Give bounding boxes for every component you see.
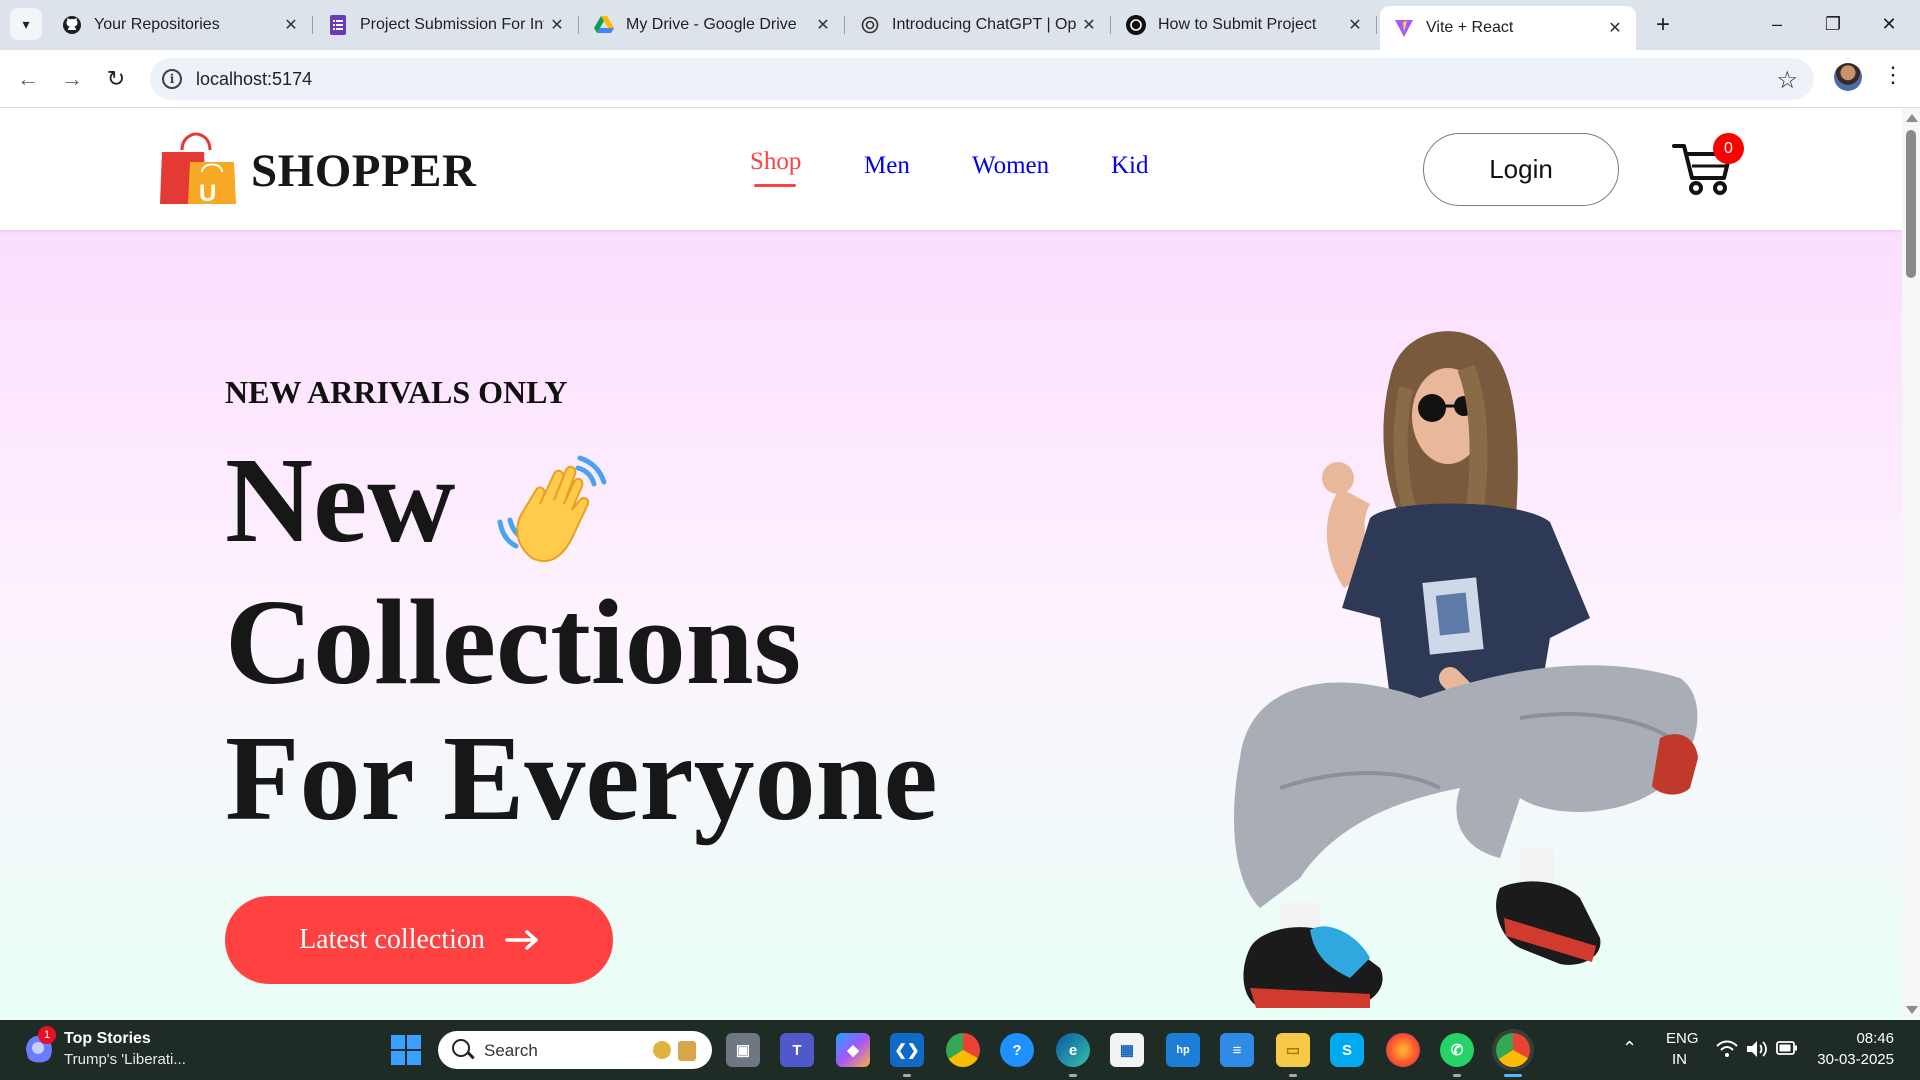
close-icon[interactable]: ✕ (810, 12, 836, 38)
close-icon[interactable]: ✕ (278, 12, 304, 38)
google-drive-icon (594, 15, 614, 35)
scroll-down-arrow-icon[interactable] (1906, 1006, 1918, 1014)
clock-time[interactable]: 08:46 (1824, 1030, 1894, 1047)
tab-title: Project Submission For Intern (360, 16, 544, 33)
page-scrollbar[interactable] (1902, 108, 1920, 1020)
tab-vite-react[interactable]: Vite + React ✕ (1380, 6, 1636, 50)
hero-model-image (1234, 331, 1698, 1008)
url-text[interactable]: localhost:5174 (196, 69, 312, 90)
news-subtitle[interactable]: Trump's 'Liberati... (64, 1051, 186, 1068)
windows-start-icon[interactable] (391, 1035, 421, 1065)
taskbar-search-label: Search (484, 1041, 538, 1060)
hero-title-line3: For Everyone (225, 711, 938, 846)
logo-letter: U (199, 180, 217, 207)
bookmark-star-icon[interactable]: ☆ (1776, 66, 1798, 95)
tab-search-dropdown[interactable]: ▾ (10, 8, 42, 40)
myhp-icon[interactable]: hp (1166, 1033, 1200, 1067)
latest-collection-button[interactable]: Latest collection (225, 896, 613, 984)
news-title[interactable]: Top Stories (64, 1030, 151, 1048)
teams-icon[interactable]: T (780, 1033, 814, 1067)
tab-title: How to Submit Project (1158, 16, 1317, 33)
firefox-icon[interactable] (1386, 1033, 1420, 1067)
tab-title: Vite + React (1426, 19, 1514, 36)
search-icon (452, 1039, 470, 1057)
chrome-icon[interactable] (946, 1033, 980, 1067)
whatsapp-icon[interactable]: ✆ (1440, 1033, 1474, 1067)
openai-icon (860, 15, 880, 35)
forward-button[interactable]: → (56, 63, 88, 95)
nav-active-indicator (754, 184, 796, 187)
cart-count-badge: 0 (1713, 133, 1744, 164)
close-icon[interactable]: ✕ (544, 12, 570, 38)
taskbar-search[interactable]: Search (438, 1031, 712, 1069)
shopping-bag-logo-icon[interactable] (160, 132, 236, 206)
scroll-thumb[interactable] (1906, 130, 1916, 278)
vscode-icon[interactable]: ❮❯ (890, 1033, 924, 1067)
browser-menu-icon[interactable]: ⋮ (1882, 62, 1904, 88)
address-bar[interactable]: i localhost:5174 ☆ (150, 58, 1814, 100)
profile-avatar[interactable] (1834, 63, 1862, 91)
google-forms-icon (328, 15, 348, 35)
login-button[interactable]: Login (1423, 133, 1619, 206)
copilot-icon[interactable]: ◆ (836, 1033, 870, 1067)
edge-icon[interactable]: e (1056, 1033, 1090, 1067)
close-icon[interactable]: ✕ (1076, 12, 1102, 38)
nav-women[interactable]: Women (972, 152, 1049, 180)
restore-button[interactable]: ❐ (1808, 6, 1858, 42)
battery-icon[interactable] (1776, 1041, 1798, 1055)
page-viewport: U SHOPPER Shop Men Women Kid Login 0 NEW… (0, 108, 1902, 1020)
close-icon[interactable]: ✕ (1602, 15, 1628, 41)
brand-name[interactable]: SHOPPER (251, 144, 476, 198)
task-view-icon[interactable]: ▣ (726, 1033, 760, 1067)
tab-your-repositories[interactable]: Your Repositories ✕ (48, 6, 313, 44)
nav-shop[interactable]: Shop (750, 148, 801, 176)
hero-title-line2: Collections (225, 575, 802, 710)
chatgpt-icon (1126, 15, 1146, 35)
tab-title: Your Repositories (94, 16, 220, 33)
scroll-up-arrow-icon[interactable] (1906, 114, 1918, 122)
tab-introducing-chatgpt[interactable]: Introducing ChatGPT | OpenAI ✕ (846, 6, 1111, 44)
chrome-active-icon[interactable] (1496, 1033, 1530, 1067)
browser-toolbar: ← → ↻ i localhost:5174 ☆ ⋮ (0, 50, 1920, 108)
search-highlight-icon (653, 1041, 696, 1061)
new-tab-button[interactable]: + (1648, 10, 1678, 40)
site-navbar: U SHOPPER Shop Men Women Kid Login 0 (0, 108, 1902, 230)
hero-kicker: NEW ARRIVALS ONLY (225, 374, 568, 410)
site-info-icon[interactable]: i (162, 69, 182, 89)
language-line1[interactable]: ENG (1666, 1030, 1699, 1047)
skype-icon[interactable]: S (1330, 1033, 1364, 1067)
notepad-icon[interactable]: ≡ (1220, 1033, 1254, 1067)
windows-taskbar: 1 Top Stories Trump's 'Liberati... Searc… (0, 1020, 1920, 1080)
nav-kid[interactable]: Kid (1111, 152, 1149, 180)
reload-button[interactable]: ↻ (100, 63, 132, 95)
window-close-button[interactable]: ✕ (1864, 6, 1914, 42)
language-line2[interactable]: IN (1672, 1051, 1687, 1068)
volume-icon[interactable] (1746, 1039, 1768, 1059)
back-button[interactable]: ← (12, 63, 44, 95)
vite-icon (1394, 18, 1414, 38)
clock-date[interactable]: 30-03-2025 (1814, 1051, 1894, 1068)
tab-project-submission[interactable]: Project Submission For Intern ✕ (314, 6, 579, 44)
latest-collection-label: Latest collection (299, 924, 485, 955)
file-explorer-icon[interactable]: ▭ (1276, 1033, 1310, 1067)
microsoft-store-icon[interactable]: ▦ (1110, 1033, 1144, 1067)
tab-title: Introducing ChatGPT | OpenAI (892, 16, 1076, 33)
show-hidden-icons-icon[interactable]: ⌃ (1622, 1038, 1637, 1059)
tab-how-to-submit[interactable]: How to Submit Project ✕ (1112, 6, 1377, 44)
tab-title: My Drive - Google Drive (626, 16, 797, 33)
wifi-icon[interactable] (1716, 1040, 1738, 1058)
nav-men[interactable]: Men (864, 152, 910, 180)
minimize-button[interactable]: – (1752, 6, 1802, 42)
tab-google-drive[interactable]: My Drive - Google Drive ✕ (580, 6, 845, 44)
help-icon[interactable]: ? (1000, 1033, 1034, 1067)
news-badge: 1 (38, 1026, 56, 1044)
arrow-right-icon (505, 930, 538, 950)
github-icon (62, 15, 82, 35)
hero-title-line1: New (225, 433, 456, 568)
waving-hand-icon (497, 455, 607, 563)
browser-tabstrip: ▾ Your Repositories ✕ Project Submission… (0, 0, 1920, 50)
close-icon[interactable]: ✕ (1342, 12, 1368, 38)
